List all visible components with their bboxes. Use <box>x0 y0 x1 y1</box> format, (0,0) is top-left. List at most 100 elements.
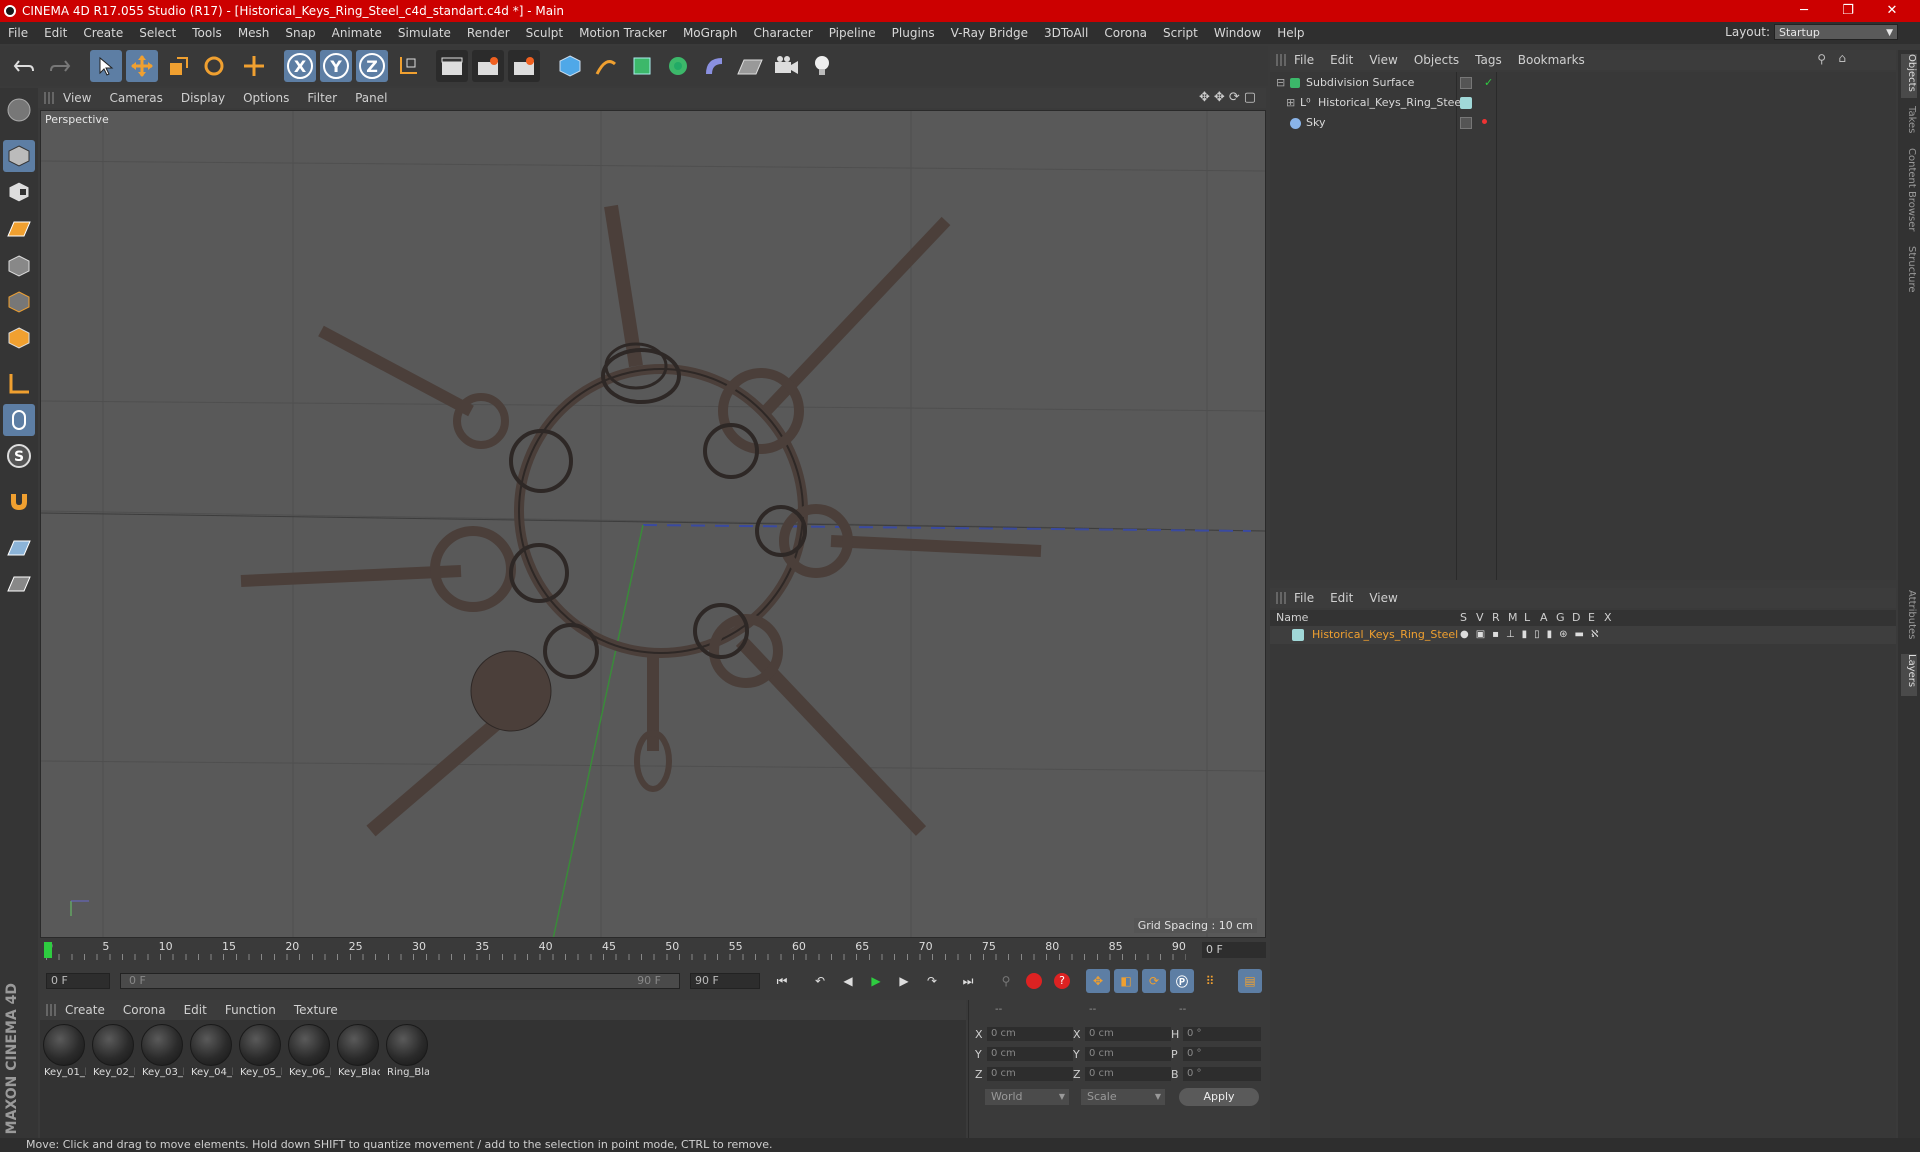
column-view[interactable]: V <box>1476 611 1484 624</box>
object-menu-bookmarks[interactable]: Bookmarks <box>1510 53 1593 67</box>
autokey-button[interactable]: ? <box>1050 969 1074 993</box>
key-pla-button[interactable]: ⠿ <box>1198 969 1222 993</box>
rotation-h-field[interactable]: 0 ° <box>1183 1027 1261 1041</box>
polygons-mode-button[interactable] <box>3 322 35 354</box>
render-view-button[interactable] <box>436 50 468 82</box>
minimize-button[interactable]: ─ <box>1782 0 1826 22</box>
key-rotation-button[interactable]: ⟳ <box>1142 969 1166 993</box>
menu-corona[interactable]: Corona <box>1096 26 1155 40</box>
size-x-field[interactable]: 0 cm <box>1085 1027 1171 1041</box>
material-menu-texture[interactable]: Texture <box>285 1003 347 1017</box>
cloner-button[interactable] <box>662 50 694 82</box>
axis-z-button[interactable]: Z <box>356 50 388 82</box>
go-to-start-button[interactable]: ⏮ <box>770 969 794 993</box>
viewport-menu-view[interactable]: View <box>54 91 100 105</box>
next-frame-button[interactable]: ▶ <box>892 969 916 993</box>
menu-mesh[interactable]: Mesh <box>230 26 278 40</box>
menu-file[interactable]: File <box>0 26 36 40</box>
layout-select[interactable]: Startup ▼ <box>1774 24 1898 40</box>
column-expressions[interactable]: E <box>1588 611 1595 624</box>
menu-simulate[interactable]: Simulate <box>390 26 459 40</box>
cube-object-button[interactable] <box>554 50 586 82</box>
current-frame-field[interactable]: 0 F <box>1202 942 1266 958</box>
next-key-button[interactable]: ↷ <box>920 969 944 993</box>
menu-select[interactable]: Select <box>131 26 184 40</box>
timeline-window-button[interactable]: ▤ <box>1238 969 1262 993</box>
live-selection-button[interactable] <box>90 50 122 82</box>
material-menu-edit[interactable]: Edit <box>175 1003 216 1017</box>
menu-tools[interactable]: Tools <box>184 26 230 40</box>
maximize-button[interactable]: ❐ <box>1826 0 1870 22</box>
material-swatch[interactable]: Key_05_l <box>238 1023 282 1081</box>
viewport-menu-panel[interactable]: Panel <box>346 91 396 105</box>
camera-button[interactable] <box>770 50 802 82</box>
move-tool-button[interactable] <box>126 50 158 82</box>
column-deformers[interactable]: D <box>1572 611 1580 624</box>
object-menu-objects[interactable]: Objects <box>1406 53 1467 67</box>
viewport-menu-cameras[interactable]: Cameras <box>100 91 171 105</box>
material-menu-function[interactable]: Function <box>216 1003 285 1017</box>
undo-button[interactable] <box>8 50 40 82</box>
recent-tools-button[interactable] <box>238 50 270 82</box>
material-menu-corona[interactable]: Corona <box>114 1003 175 1017</box>
start-frame-field[interactable]: 0 F <box>46 973 110 989</box>
menu-script[interactable]: Script <box>1155 26 1206 40</box>
playhead[interactable] <box>44 942 52 958</box>
make-editable-button[interactable] <box>3 94 35 126</box>
rotation-b-field[interactable]: 0 ° <box>1183 1067 1261 1081</box>
size-mode-select[interactable]: Scale ▼ <box>1081 1089 1165 1105</box>
object-row[interactable]: ⊟ Subdivision Surface ✓ <box>1270 74 1896 92</box>
menu-animate[interactable]: Animate <box>324 26 390 40</box>
workplane-axis-button[interactable] <box>3 568 35 600</box>
viewport-nav-icons[interactable]: ✥✥⟳▢ <box>1199 90 1260 105</box>
axis-x-button[interactable]: X <box>284 50 316 82</box>
prev-frame-button[interactable]: ◀ <box>836 969 860 993</box>
spline-pen-button[interactable] <box>590 50 622 82</box>
points-mode-button[interactable] <box>3 250 35 282</box>
layer-row[interactable]: Historical_Keys_Ring_Steel ●▣▪⊥▮▯▮⊛▬ℵ <box>1270 626 1896 644</box>
menu-plugins[interactable]: Plugins <box>884 26 943 40</box>
prev-key-button[interactable]: ↶ <box>808 969 832 993</box>
layer-menu-view[interactable]: View <box>1361 591 1405 605</box>
object-row[interactable]: Sky <box>1270 114 1896 132</box>
coordinate-system-button[interactable] <box>392 50 424 82</box>
end-frame-field[interactable]: 90 F <box>690 973 760 989</box>
size-z-field[interactable]: 0 cm <box>1085 1067 1171 1081</box>
menu-render[interactable]: Render <box>459 26 518 40</box>
play-button[interactable]: ▶ <box>864 969 888 993</box>
floor-button[interactable] <box>734 50 766 82</box>
material-swatch[interactable]: Key_01_l <box>42 1023 86 1081</box>
perspective-viewport[interactable]: Perspective Grid Spacing : 10 cm <box>40 110 1266 938</box>
key-scale-button[interactable]: ◧ <box>1114 969 1138 993</box>
apply-button[interactable]: Apply <box>1179 1088 1259 1106</box>
menu-pipeline[interactable]: Pipeline <box>821 26 884 40</box>
tab-attributes[interactable]: Attributes <box>1901 590 1917 648</box>
viewport-menu-options[interactable]: Options <box>234 91 298 105</box>
tab-takes[interactable]: Takes <box>1901 106 1917 142</box>
layer-flag-icons[interactable]: ●▣▪⊥▮▯▮⊛▬ℵ <box>1460 626 1605 644</box>
menu-vray-bridge[interactable]: V-Ray Bridge <box>943 26 1036 40</box>
object-menu-view[interactable]: View <box>1361 53 1405 67</box>
home-icon[interactable]: ⌂ <box>1838 51 1846 65</box>
model-mode-button[interactable] <box>3 140 35 172</box>
light-button[interactable] <box>806 50 838 82</box>
material-swatch[interactable]: Key_02_l <box>91 1023 135 1081</box>
column-render[interactable]: R <box>1492 611 1500 624</box>
timeline-ruler[interactable]: 0 5 10 15 20 25 30 35 40 45 50 55 60 65 … <box>40 940 1266 962</box>
axis-y-button[interactable]: Y <box>320 50 352 82</box>
column-xref[interactable]: X <box>1604 611 1612 624</box>
redo-button[interactable] <box>44 50 76 82</box>
viewport-menu-display[interactable]: Display <box>172 91 234 105</box>
object-menu-file[interactable]: File <box>1286 53 1322 67</box>
frame-range-slider[interactable]: 0 F 90 F <box>120 973 680 989</box>
tab-objects[interactable]: Objects <box>1901 54 1917 98</box>
tweak-mode-button[interactable] <box>3 404 35 436</box>
column-animation[interactable]: A <box>1540 611 1548 624</box>
layer-menu-edit[interactable]: Edit <box>1322 591 1361 605</box>
object-menu-tags[interactable]: Tags <box>1467 53 1510 67</box>
motion-path-button[interactable]: ⚲ <box>994 969 1018 993</box>
key-position-button[interactable]: ✥ <box>1086 969 1110 993</box>
menu-sculpt[interactable]: Sculpt <box>518 26 571 40</box>
size-y-field[interactable]: 0 cm <box>1085 1047 1171 1061</box>
material-swatch[interactable]: Ring_Bla <box>385 1023 429 1081</box>
